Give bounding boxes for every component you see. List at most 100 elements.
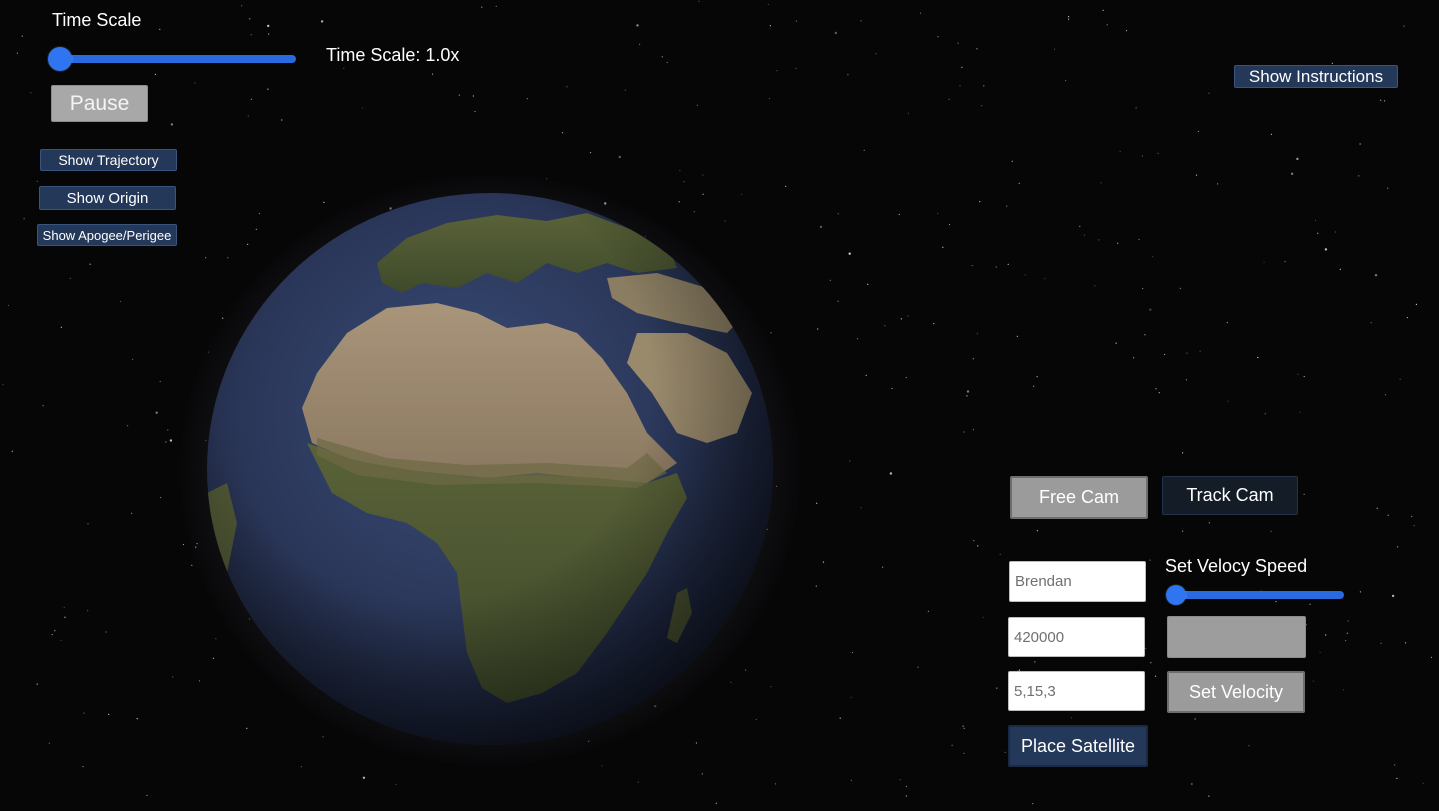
star: [1199, 350, 1201, 352]
star: [1138, 238, 1140, 240]
star: [982, 616, 984, 619]
star: [1319, 651, 1321, 654]
earth-globe[interactable]: [180, 175, 800, 765]
star: [875, 53, 877, 55]
star: [1098, 239, 1100, 241]
star: [87, 523, 89, 525]
star: [817, 328, 819, 330]
star: [1359, 591, 1361, 593]
star: [898, 213, 900, 216]
star: [795, 20, 798, 22]
star: [155, 411, 158, 414]
star: [1186, 352, 1188, 354]
star: [1006, 205, 1008, 207]
star: [679, 170, 681, 172]
star: [1016, 335, 1019, 337]
time-scale-slider-track[interactable]: [50, 55, 296, 63]
star: [281, 119, 283, 121]
star: [362, 776, 366, 779]
velocity-speed-slider-track[interactable]: [1168, 591, 1344, 599]
velocity-speed-slider-handle[interactable]: [1166, 585, 1186, 605]
star: [1032, 803, 1034, 805]
star: [1303, 493, 1305, 495]
place-satellite-button[interactable]: Place Satellite: [1008, 725, 1148, 767]
star: [30, 92, 32, 94]
star: [1324, 248, 1328, 251]
star: [891, 387, 893, 390]
star: [1299, 411, 1301, 413]
star: [1034, 661, 1036, 663]
star: [1164, 353, 1166, 356]
star: [1068, 16, 1070, 18]
pause-button[interactable]: Pause: [51, 85, 148, 122]
star: [108, 713, 110, 716]
star: [775, 783, 777, 785]
star: [1152, 256, 1154, 258]
star: [1270, 133, 1273, 135]
star: [2, 384, 4, 386]
star: [815, 585, 817, 587]
star: [11, 450, 13, 452]
free-cam-label: Free Cam: [1038, 487, 1119, 507]
set-velocity-label: Set Velocity: [1188, 681, 1284, 702]
star: [981, 105, 983, 107]
star: [1325, 634, 1327, 636]
time-scale-slider-handle[interactable]: [48, 47, 72, 71]
track-cam-label: Track Cam: [1186, 485, 1274, 505]
star: [1004, 751, 1006, 753]
star: [1257, 356, 1259, 359]
star: [1290, 172, 1294, 175]
velocity-speed-display: [1167, 616, 1306, 658]
satellite-name-value: Brendan: [1015, 573, 1072, 590]
star: [7, 304, 9, 307]
star: [977, 545, 979, 547]
show-origin-label: Show Origin: [66, 189, 149, 207]
star: [1155, 388, 1157, 390]
star: [1415, 303, 1417, 305]
star: [1185, 379, 1187, 381]
star: [937, 212, 939, 214]
star: [1303, 375, 1305, 378]
star: [637, 781, 639, 783]
show-apogee-perigee-button[interactable]: Show Apogee/Perigee: [37, 224, 177, 246]
velocity-speed-slider[interactable]: [1164, 584, 1346, 606]
show-instructions-button[interactable]: Show Instructions: [1234, 65, 1398, 88]
star: [249, 18, 251, 20]
star: [1430, 656, 1433, 658]
star: [917, 666, 919, 668]
show-trajectory-button[interactable]: Show Trajectory: [40, 149, 177, 171]
satellite-name-field[interactable]: Brendan: [1009, 561, 1146, 602]
vector-field[interactable]: 5,15,3: [1008, 671, 1145, 711]
star: [837, 213, 839, 215]
star: [60, 639, 62, 642]
star: [927, 610, 930, 612]
altitude-field[interactable]: 420000: [1008, 617, 1145, 657]
star: [1150, 662, 1152, 664]
show-origin-button[interactable]: Show Origin: [39, 186, 176, 210]
time-scale-readout: Time Scale: 1.0x: [326, 45, 460, 65]
star: [136, 718, 138, 720]
star: [1141, 155, 1143, 157]
track-cam-button[interactable]: Track Cam: [1162, 476, 1298, 515]
star: [1314, 219, 1317, 222]
free-cam-button[interactable]: Free Cam: [1010, 476, 1148, 519]
star: [1065, 80, 1067, 82]
star: [962, 725, 964, 727]
star: [1208, 92, 1210, 94]
star: [966, 390, 970, 393]
star: [973, 540, 975, 542]
simulation-viewport[interactable]: Time Scale Time Scale: 1.0x Pause Show T…: [0, 0, 1439, 811]
star: [194, 82, 196, 84]
star: [1396, 777, 1398, 780]
star: [1044, 277, 1046, 280]
star: [907, 112, 910, 114]
star: [834, 31, 837, 35]
star: [1422, 782, 1424, 785]
time-scale-slider[interactable]: [46, 44, 300, 74]
star: [999, 553, 1001, 555]
set-velocity-button[interactable]: Set Velocity: [1167, 671, 1305, 713]
star: [1380, 642, 1382, 644]
star: [1100, 182, 1102, 184]
star: [1094, 285, 1096, 287]
star: [1033, 385, 1035, 387]
